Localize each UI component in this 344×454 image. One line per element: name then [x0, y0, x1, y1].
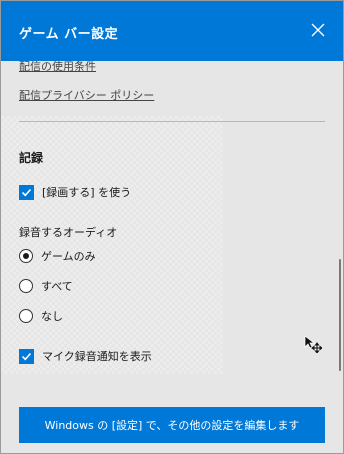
game-bar-settings-window: 配信の使用条件 配信プライバシー ポリシー ゲーム バー設定 記録 [録画する]… [0, 0, 344, 454]
radio-game-only[interactable]: ゲームのみ [19, 248, 96, 264]
radio-selected-icon[interactable] [19, 249, 33, 263]
audio-to-record-title: 録音するオーディオ [19, 226, 118, 239]
title-bar: ゲーム バー設定 [1, 1, 343, 61]
mic-notification-checkbox-row[interactable]: マイク録音通知を表示 [19, 348, 152, 364]
record-checkbox-label: [録画する] を使う [42, 186, 132, 199]
radio-all[interactable]: すべて [19, 278, 73, 294]
radio-none[interactable]: なし [19, 308, 63, 324]
streaming-privacy-link[interactable]: 配信プライバシー ポリシー [19, 87, 154, 103]
record-checkbox-row[interactable]: [録画する] を使う [19, 184, 131, 200]
recording-section-title: 記録 [19, 151, 44, 165]
window-title: ゲーム バー設定 [19, 27, 119, 42]
radio-label: なし [41, 310, 63, 323]
radio-label: すべて [41, 280, 73, 293]
checkbox-checked-icon[interactable] [19, 184, 34, 200]
radio-unselected-icon[interactable] [19, 279, 33, 293]
close-icon[interactable] [309, 21, 327, 39]
edit-settings-in-windows-button[interactable]: Windows の [設定] で、その他の設定を編集します [19, 407, 325, 443]
scrollbar[interactable] [339, 259, 341, 371]
mic-notification-label: マイク録音通知を表示 [42, 350, 152, 363]
radio-label: ゲームのみ [41, 250, 96, 263]
move-cursor-icon [304, 335, 323, 357]
checkbox-checked-icon[interactable] [19, 348, 34, 364]
radio-unselected-icon[interactable] [19, 309, 33, 323]
section-divider [19, 121, 325, 122]
